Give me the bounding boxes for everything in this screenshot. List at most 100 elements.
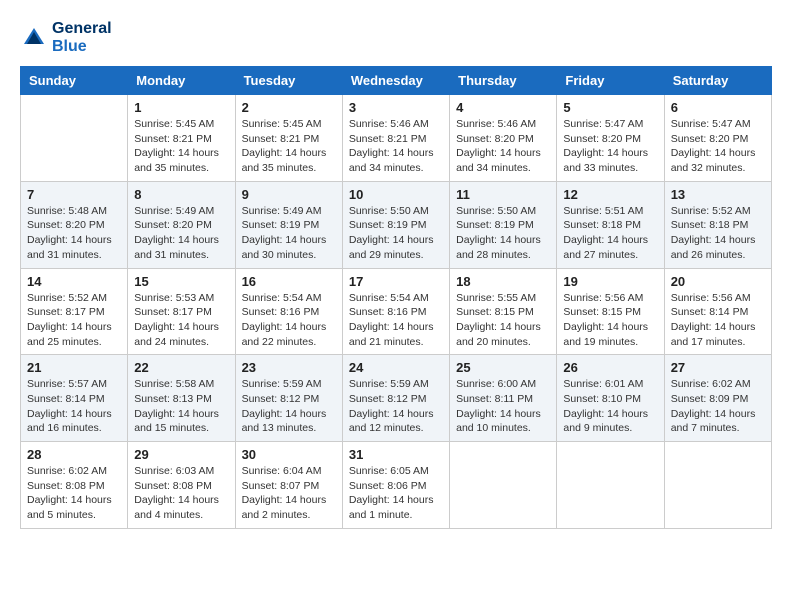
calendar-cell: 22 Sunrise: 5:58 AM Sunset: 8:13 PM Dayli… bbox=[128, 355, 235, 442]
day-number: 6 bbox=[671, 100, 765, 115]
weekday-header-wednesday: Wednesday bbox=[342, 67, 449, 95]
page-header: General Blue bbox=[20, 20, 772, 56]
calendar-table: SundayMondayTuesdayWednesdayThursdayFrid… bbox=[20, 66, 772, 529]
day-number: 24 bbox=[349, 360, 443, 375]
calendar-cell: 9Sunrise: 5:49 AM Sunset: 8:19 PM Daylig… bbox=[235, 181, 342, 268]
day-info: Sunrise: 5:56 AM Sunset: 8:15 PM Dayligh… bbox=[563, 291, 657, 350]
calendar-cell: 27 Sunrise: 6:02 AM Sunset: 8:09 PM Dayli… bbox=[664, 355, 771, 442]
calendar-header-row: SundayMondayTuesdayWednesdayThursdayFrid… bbox=[21, 67, 772, 95]
day-info: Sunrise: 5:59 AM Sunset: 8:12 PM Dayligh… bbox=[242, 377, 336, 436]
day-number: 28 bbox=[27, 447, 121, 462]
day-number: 12 bbox=[563, 187, 657, 202]
calendar-cell: 8Sunrise: 5:49 AM Sunset: 8:20 PM Daylig… bbox=[128, 181, 235, 268]
logo: General Blue bbox=[20, 20, 112, 56]
day-number: 27 bbox=[671, 360, 765, 375]
day-number: 17 bbox=[349, 274, 443, 289]
calendar-cell: 20Sunrise: 5:56 AM Sunset: 8:14 PM Dayli… bbox=[664, 268, 771, 355]
day-number: 13 bbox=[671, 187, 765, 202]
day-info: Sunrise: 6:04 AM Sunset: 8:07 PM Dayligh… bbox=[242, 464, 336, 523]
calendar-cell: 25 Sunrise: 6:00 AM Sunset: 8:11 PM Dayli… bbox=[450, 355, 557, 442]
calendar-cell: 13 Sunrise: 5:52 AM Sunset: 8:18 PM Dayli… bbox=[664, 181, 771, 268]
weekday-header-sunday: Sunday bbox=[21, 67, 128, 95]
day-info: Sunrise: 5:57 AM Sunset: 8:14 PM Dayligh… bbox=[27, 377, 121, 436]
calendar-cell: 5 Sunrise: 5:47 AM Sunset: 8:20 PM Daylig… bbox=[557, 95, 664, 182]
day-number: 31 bbox=[349, 447, 443, 462]
calendar-cell: 10Sunrise: 5:50 AM Sunset: 8:19 PM Dayli… bbox=[342, 181, 449, 268]
day-number: 25 bbox=[456, 360, 550, 375]
day-number: 3 bbox=[349, 100, 443, 115]
day-number: 19 bbox=[563, 274, 657, 289]
calendar-cell: 2Sunrise: 5:45 AM Sunset: 8:21 PM Daylig… bbox=[235, 95, 342, 182]
weekday-header-saturday: Saturday bbox=[664, 67, 771, 95]
calendar-cell: 15 Sunrise: 5:53 AM Sunset: 8:17 PM Dayli… bbox=[128, 268, 235, 355]
calendar-cell: 29Sunrise: 6:03 AM Sunset: 8:08 PM Dayli… bbox=[128, 442, 235, 529]
day-info: Sunrise: 5:45 AM Sunset: 8:21 PM Dayligh… bbox=[242, 117, 336, 176]
calendar-week-row: 7 Sunrise: 5:48 AM Sunset: 8:20 PM Daylig… bbox=[21, 181, 772, 268]
day-number: 11 bbox=[456, 187, 550, 202]
day-number: 9 bbox=[242, 187, 336, 202]
calendar-cell bbox=[664, 442, 771, 529]
weekday-header-thursday: Thursday bbox=[450, 67, 557, 95]
day-number: 5 bbox=[563, 100, 657, 115]
calendar-cell: 11 Sunrise: 5:50 AM Sunset: 8:19 PM Dayli… bbox=[450, 181, 557, 268]
calendar-cell: 30 Sunrise: 6:04 AM Sunset: 8:07 PM Dayli… bbox=[235, 442, 342, 529]
calendar-cell: 14 Sunrise: 5:52 AM Sunset: 8:17 PM Dayli… bbox=[21, 268, 128, 355]
day-number: 4 bbox=[456, 100, 550, 115]
calendar-week-row: 28 Sunrise: 6:02 AM Sunset: 8:08 PM Dayli… bbox=[21, 442, 772, 529]
day-info: Sunrise: 5:50 AM Sunset: 8:19 PM Dayligh… bbox=[349, 204, 443, 263]
weekday-header-tuesday: Tuesday bbox=[235, 67, 342, 95]
logo-icon bbox=[20, 24, 48, 52]
day-number: 26 bbox=[563, 360, 657, 375]
weekday-header-friday: Friday bbox=[557, 67, 664, 95]
day-number: 16 bbox=[242, 274, 336, 289]
day-info: Sunrise: 5:53 AM Sunset: 8:17 PM Dayligh… bbox=[134, 291, 228, 350]
day-info: Sunrise: 5:51 AM Sunset: 8:18 PM Dayligh… bbox=[563, 204, 657, 263]
day-info: Sunrise: 5:48 AM Sunset: 8:20 PM Dayligh… bbox=[27, 204, 121, 263]
day-number: 20 bbox=[671, 274, 765, 289]
day-number: 14 bbox=[27, 274, 121, 289]
day-number: 8 bbox=[134, 187, 228, 202]
day-number: 15 bbox=[134, 274, 228, 289]
calendar-cell bbox=[557, 442, 664, 529]
calendar-week-row: 21 Sunrise: 5:57 AM Sunset: 8:14 PM Dayli… bbox=[21, 355, 772, 442]
day-info: Sunrise: 5:58 AM Sunset: 8:13 PM Dayligh… bbox=[134, 377, 228, 436]
day-info: Sunrise: 6:01 AM Sunset: 8:10 PM Dayligh… bbox=[563, 377, 657, 436]
day-number: 30 bbox=[242, 447, 336, 462]
calendar-cell bbox=[21, 95, 128, 182]
day-info: Sunrise: 6:05 AM Sunset: 8:06 PM Dayligh… bbox=[349, 464, 443, 523]
day-info: Sunrise: 6:02 AM Sunset: 8:09 PM Dayligh… bbox=[671, 377, 765, 436]
day-info: Sunrise: 5:55 AM Sunset: 8:15 PM Dayligh… bbox=[456, 291, 550, 350]
calendar-cell: 17 Sunrise: 5:54 AM Sunset: 8:16 PM Dayli… bbox=[342, 268, 449, 355]
day-info: Sunrise: 5:59 AM Sunset: 8:12 PM Dayligh… bbox=[349, 377, 443, 436]
day-info: Sunrise: 5:47 AM Sunset: 8:20 PM Dayligh… bbox=[563, 117, 657, 176]
day-number: 1 bbox=[134, 100, 228, 115]
calendar-cell: 23 Sunrise: 5:59 AM Sunset: 8:12 PM Dayli… bbox=[235, 355, 342, 442]
calendar-week-row: 1 Sunrise: 5:45 AM Sunset: 8:21 PM Daylig… bbox=[21, 95, 772, 182]
day-info: Sunrise: 5:54 AM Sunset: 8:16 PM Dayligh… bbox=[349, 291, 443, 350]
day-info: Sunrise: 5:47 AM Sunset: 8:20 PM Dayligh… bbox=[671, 117, 765, 176]
calendar-cell: 12 Sunrise: 5:51 AM Sunset: 8:18 PM Dayli… bbox=[557, 181, 664, 268]
calendar-cell: 16 Sunrise: 5:54 AM Sunset: 8:16 PM Dayli… bbox=[235, 268, 342, 355]
day-info: Sunrise: 6:00 AM Sunset: 8:11 PM Dayligh… bbox=[456, 377, 550, 436]
calendar-cell: 26 Sunrise: 6:01 AM Sunset: 8:10 PM Dayli… bbox=[557, 355, 664, 442]
day-info: Sunrise: 5:50 AM Sunset: 8:19 PM Dayligh… bbox=[456, 204, 550, 263]
day-number: 21 bbox=[27, 360, 121, 375]
day-info: Sunrise: 6:03 AM Sunset: 8:08 PM Dayligh… bbox=[134, 464, 228, 523]
calendar-cell: 31 Sunrise: 6:05 AM Sunset: 8:06 PM Dayli… bbox=[342, 442, 449, 529]
day-number: 22 bbox=[134, 360, 228, 375]
weekday-header-monday: Monday bbox=[128, 67, 235, 95]
calendar-cell: 24 Sunrise: 5:59 AM Sunset: 8:12 PM Dayli… bbox=[342, 355, 449, 442]
calendar-cell: 19 Sunrise: 5:56 AM Sunset: 8:15 PM Dayli… bbox=[557, 268, 664, 355]
day-info: Sunrise: 6:02 AM Sunset: 8:08 PM Dayligh… bbox=[27, 464, 121, 523]
day-number: 23 bbox=[242, 360, 336, 375]
calendar-cell: 21 Sunrise: 5:57 AM Sunset: 8:14 PM Dayli… bbox=[21, 355, 128, 442]
day-info: Sunrise: 5:52 AM Sunset: 8:17 PM Dayligh… bbox=[27, 291, 121, 350]
day-info: Sunrise: 5:52 AM Sunset: 8:18 PM Dayligh… bbox=[671, 204, 765, 263]
calendar-cell: 1Sunrise: 5:45 AM Sunset: 8:21 PM Daylig… bbox=[128, 95, 235, 182]
day-info: Sunrise: 5:46 AM Sunset: 8:20 PM Dayligh… bbox=[456, 117, 550, 176]
day-number: 7 bbox=[27, 187, 121, 202]
logo-text: General Blue bbox=[52, 20, 112, 56]
day-info: Sunrise: 5:54 AM Sunset: 8:16 PM Dayligh… bbox=[242, 291, 336, 350]
day-number: 18 bbox=[456, 274, 550, 289]
calendar-week-row: 14 Sunrise: 5:52 AM Sunset: 8:17 PM Dayli… bbox=[21, 268, 772, 355]
